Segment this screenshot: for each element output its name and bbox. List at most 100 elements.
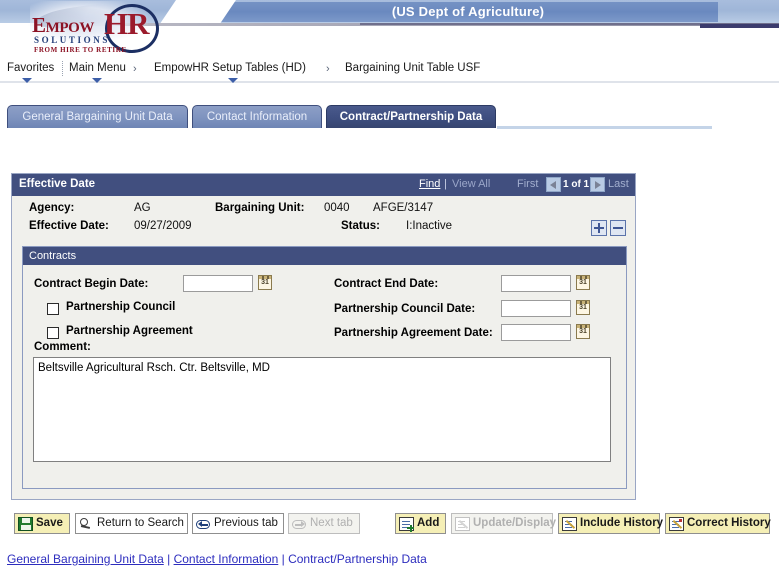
breadcrumb-main-menu[interactable]: Main Menu xyxy=(69,62,126,74)
tab-contract-partnership-data[interactable]: Contract/Partnership Data xyxy=(326,105,496,128)
triangle-right-icon xyxy=(595,181,601,189)
tab-label: General Bargaining Unit Data xyxy=(22,111,173,123)
partnership-agreement-date-input[interactable] xyxy=(501,324,571,341)
effective-date-label: Effective Date: xyxy=(29,220,109,232)
footer-separator: | xyxy=(163,552,174,566)
calendar-icon[interactable]: 31 xyxy=(576,275,590,290)
footer-link-contract-partnership-data: Contract/Partnership Data xyxy=(288,552,427,566)
contract-begin-date-input[interactable] xyxy=(183,275,253,292)
footer-link-general-bargaining-unit-data[interactable]: General Bargaining Unit Data xyxy=(7,552,164,566)
partnership-agreement-date-label: Partnership Agreement Date: xyxy=(334,327,493,339)
partnership-agreement-checkbox[interactable] xyxy=(47,327,59,339)
calendar-icon[interactable]: 31 xyxy=(576,300,590,315)
triangle-left-icon xyxy=(550,181,556,189)
add-document-icon xyxy=(399,517,414,532)
calendar-icon[interactable]: 31 xyxy=(258,275,272,290)
search-icon xyxy=(79,517,94,531)
arrow-right-icon xyxy=(292,517,307,531)
effective-date-panel: Effective Date Find | View All First 1 o… xyxy=(11,173,636,500)
calendar-icon-day: 31 xyxy=(579,279,587,286)
logo-tagline-text: FROM HIRE TO RETIRE xyxy=(34,46,127,54)
breadcrumb-arrow-icon: › xyxy=(133,63,137,75)
empowhr-logo: Empow HR SOLUTIONS FROM HIRE TO RETIRE xyxy=(12,0,184,58)
breadcrumb-item-current: Bargaining Unit Table USF xyxy=(345,62,481,74)
contract-end-date-input[interactable] xyxy=(501,275,571,292)
add-row-button[interactable] xyxy=(591,220,607,236)
chevron-down-icon xyxy=(92,78,102,83)
comment-textarea[interactable] xyxy=(33,357,611,462)
panel-header-bar: Effective Date Find | View All First 1 o… xyxy=(12,174,635,196)
correct-history-icon xyxy=(669,517,684,531)
tab-contact-information[interactable]: Contact Information xyxy=(192,105,322,128)
partnership-council-date-label: Partnership Council Date: xyxy=(334,303,476,315)
calendar-icon-day: 31 xyxy=(579,304,587,311)
contracts-group-title: Contracts xyxy=(29,250,77,262)
banner-title: (US Dept of Agriculture) xyxy=(391,4,545,19)
row-counter: 1 of 1 xyxy=(563,179,590,190)
view-all-link[interactable]: View All xyxy=(452,178,490,190)
bargaining-unit-value: 0040 xyxy=(324,202,350,214)
partnership-council-checkbox[interactable] xyxy=(47,303,59,315)
find-link[interactable]: Find xyxy=(419,178,440,190)
comment-label: Comment: xyxy=(34,341,91,353)
link-separator: | xyxy=(444,178,447,190)
previous-tab-label: Previous tab xyxy=(214,517,278,529)
contracts-group: Contracts Contract Begin Date: 31 Contra… xyxy=(22,246,627,489)
tab-underline-rule xyxy=(497,126,712,129)
tab-label: Contact Information xyxy=(206,111,308,123)
logo-solutions-text: SOLUTIONS xyxy=(34,35,110,45)
calendar-icon-day: 31 xyxy=(579,328,587,335)
status-value: I:Inactive xyxy=(406,220,453,232)
bargaining-unit-label: Bargaining Unit: xyxy=(215,202,305,214)
bottom-toolbar: Save Return to Search Previous tab Next … xyxy=(0,513,779,539)
calendar-icon-day: 31 xyxy=(261,279,269,286)
calendar-icon[interactable]: 31 xyxy=(576,324,590,339)
contract-begin-date-label: Contract Begin Date: xyxy=(34,278,149,290)
partnership-agreement-label[interactable]: Partnership Agreement xyxy=(66,325,193,337)
delete-row-button[interactable] xyxy=(610,220,626,236)
save-button-label: Save xyxy=(36,517,63,529)
save-icon xyxy=(18,517,33,531)
previous-tab-button[interactable]: Previous tab xyxy=(192,513,284,534)
return-to-search-button[interactable]: Return to Search xyxy=(75,513,188,534)
nav-next-button[interactable] xyxy=(590,177,605,192)
contract-end-date-label: Contract End Date: xyxy=(334,278,439,290)
update-display-label: Update/Display xyxy=(473,517,557,529)
partnership-council-label[interactable]: Partnership Council xyxy=(66,301,175,313)
tab-label: Contract/Partnership Data xyxy=(339,111,483,123)
arrow-left-icon xyxy=(196,517,211,531)
breadcrumb-arrow-icon: › xyxy=(326,63,330,75)
effective-date-value: 09/27/2009 xyxy=(134,220,192,232)
correct-history-button[interactable]: Correct History xyxy=(665,513,771,534)
add-button-label: Add xyxy=(417,517,440,529)
banner-accent-block xyxy=(700,24,779,28)
return-to-search-label: Return to Search xyxy=(97,517,184,529)
include-history-label: Include History xyxy=(580,517,664,529)
next-tab-label: Next tab xyxy=(310,517,353,529)
nav-previous-button[interactable] xyxy=(546,177,561,192)
nav-last-link[interactable]: Last xyxy=(608,178,629,190)
footer-links: General Bargaining Unit Data | Contact I… xyxy=(7,552,427,566)
status-label: Status: xyxy=(341,220,380,232)
page-header: (US Dept of Agriculture) Empow HR SOLUTI… xyxy=(0,0,779,58)
include-history-button[interactable]: Include History xyxy=(558,513,664,534)
tab-general-bargaining-unit-data[interactable]: General Bargaining Unit Data xyxy=(7,105,188,128)
chevron-down-icon xyxy=(228,78,238,83)
breadcrumb-favorites[interactable]: Favorites xyxy=(7,62,54,74)
breadcrumb-divider xyxy=(62,61,64,76)
breadcrumb-item-setup-tables[interactable]: EmpowHR Setup Tables (HD) xyxy=(154,62,306,74)
add-button[interactable]: Add xyxy=(395,513,446,534)
footer-separator: | xyxy=(278,552,289,566)
footer-link-contact-information[interactable]: Contact Information xyxy=(174,552,279,566)
include-history-icon xyxy=(562,517,577,531)
key-fields-region: Agency: AG Bargaining Unit: 0040 AFGE/31… xyxy=(12,196,635,241)
logo-empow-text: Empow xyxy=(32,13,94,37)
next-tab-button: Next tab xyxy=(288,513,360,534)
minus-icon xyxy=(613,227,623,229)
nav-first-link[interactable]: First xyxy=(517,178,538,190)
breadcrumb: Favorites Main Menu › EmpowHR Setup Tabl… xyxy=(0,59,779,83)
logo-hr-text: HR xyxy=(104,6,149,41)
partnership-council-date-input[interactable] xyxy=(501,300,571,317)
save-button[interactable]: Save xyxy=(14,513,70,534)
plus-icon-v xyxy=(598,223,600,233)
